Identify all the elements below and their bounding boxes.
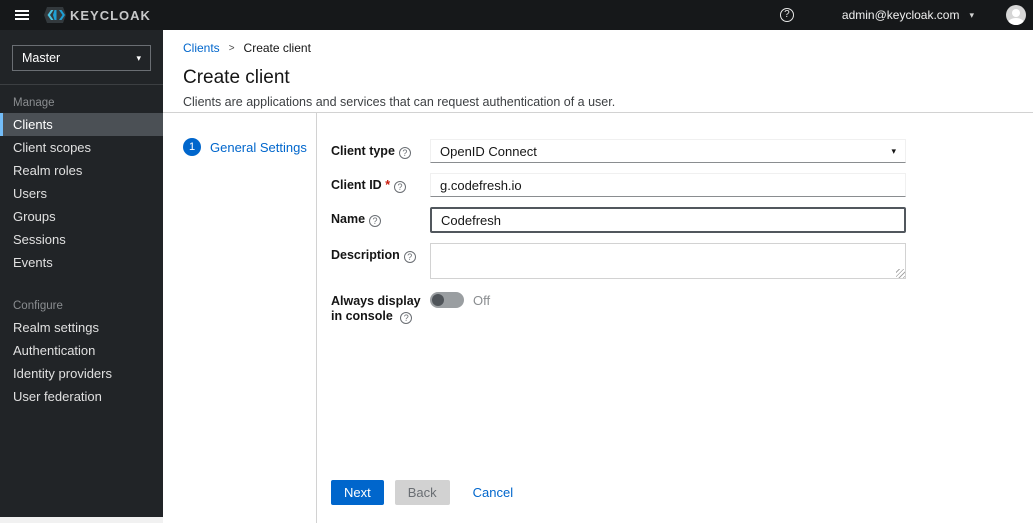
help-icon[interactable]: ? xyxy=(369,215,382,227)
user-menu[interactable]: admin@keycloak.com ▾ xyxy=(842,8,974,22)
hamburger-menu-icon[interactable] xyxy=(15,8,29,22)
sidebar-item-groups[interactable]: Groups xyxy=(0,205,163,228)
name-row: Name? xyxy=(331,207,1033,233)
cancel-button[interactable]: Cancel xyxy=(465,480,521,505)
breadcrumb: Clients > Create client xyxy=(183,41,1033,55)
avatar[interactable] xyxy=(1006,5,1026,25)
keycloak-logo-icon xyxy=(44,7,66,23)
always-display-toggle[interactable] xyxy=(430,292,464,308)
help-icon[interactable]: ? xyxy=(398,147,411,159)
toggle-knob xyxy=(432,294,444,306)
description-row: Description? xyxy=(331,243,1033,279)
sidebar-item-realm-roles[interactable]: Realm roles xyxy=(0,159,163,182)
step-label: General Settings xyxy=(210,139,307,155)
client-id-input[interactable] xyxy=(430,173,906,197)
wizard-nav: 1 General Settings xyxy=(163,113,317,523)
breadcrumb-separator-icon: > xyxy=(228,42,235,54)
page-title: Create client xyxy=(183,67,290,88)
general-settings-form: Client type? OpenID Connect ▾ Client ID … xyxy=(317,113,1033,523)
always-display-label: Always display in console ? xyxy=(331,294,421,324)
always-display-row: Always display in console ? Off xyxy=(331,289,1033,324)
back-button[interactable]: Back xyxy=(394,480,450,505)
breadcrumb-current: Create client xyxy=(243,41,311,55)
client-id-label: Client ID *? xyxy=(331,173,430,197)
wizard-action-bar: Next Back Cancel xyxy=(331,480,521,505)
client-type-label: Client type? xyxy=(331,139,430,163)
realm-selector-value: Master xyxy=(22,51,61,65)
next-button[interactable]: Next xyxy=(331,480,384,505)
help-icon[interactable]: ? xyxy=(403,251,416,263)
sidebar-bottom-strip xyxy=(0,517,163,523)
sidebar: Master ▾ Manage Clients Client scopes Re… xyxy=(0,30,163,517)
chevron-down-icon: ▾ xyxy=(891,145,896,156)
name-label: Name? xyxy=(331,207,430,233)
sidebar-item-events[interactable]: Events xyxy=(0,251,163,274)
page-subtitle: Clients are applications and services th… xyxy=(183,95,616,109)
sidebar-item-users[interactable]: Users xyxy=(0,182,163,205)
resize-handle[interactable] xyxy=(896,269,905,278)
help-icon[interactable]: ? xyxy=(400,312,413,324)
help-icon[interactable]: ? xyxy=(394,181,407,193)
sidebar-item-user-federation[interactable]: User federation xyxy=(0,385,163,408)
step-number-badge: 1 xyxy=(183,138,201,156)
chevron-down-icon: ▾ xyxy=(969,9,974,20)
breadcrumb-clients-link[interactable]: Clients xyxy=(183,41,220,55)
client-id-row: Client ID *? xyxy=(331,173,1033,197)
sidebar-item-identity-providers[interactable]: Identity providers xyxy=(0,362,163,385)
user-email: admin@keycloak.com xyxy=(841,8,960,22)
required-marker: * xyxy=(385,178,391,192)
realm-selector[interactable]: Master ▾ xyxy=(12,45,151,71)
keycloak-logo[interactable]: KEYCLOAK xyxy=(44,7,151,23)
sidebar-item-sessions[interactable]: Sessions xyxy=(0,228,163,251)
nav-section-configure: Configure xyxy=(13,300,63,312)
description-textarea[interactable] xyxy=(430,243,906,279)
nav-section-manage: Manage xyxy=(13,97,55,109)
name-input[interactable] xyxy=(430,207,906,233)
sidebar-item-client-scopes[interactable]: Client scopes xyxy=(0,136,163,159)
sidebar-item-realm-settings[interactable]: Realm settings xyxy=(0,316,163,339)
client-type-select[interactable]: OpenID Connect ▾ xyxy=(430,139,906,163)
create-client-wizard: 1 General Settings Client type? OpenID C… xyxy=(163,113,1033,523)
help-icon[interactable]: ? xyxy=(779,8,794,22)
client-type-row: Client type? OpenID Connect ▾ xyxy=(331,139,1033,163)
wizard-step-general-settings[interactable]: 1 General Settings xyxy=(183,138,316,156)
chevron-down-icon: ▾ xyxy=(136,52,141,63)
masthead: KEYCLOAK ? admin@keycloak.com ▾ xyxy=(0,0,1033,30)
sidebar-item-authentication[interactable]: Authentication xyxy=(0,339,163,362)
keycloak-logo-text: KEYCLOAK xyxy=(70,7,151,23)
main-content: Clients > Create client Create client Cl… xyxy=(163,30,1033,523)
page-header: Clients > Create client Create client Cl… xyxy=(163,30,1033,109)
description-label: Description? xyxy=(331,243,430,279)
toggle-state-label: Off xyxy=(473,292,491,308)
client-type-value: OpenID Connect xyxy=(440,143,537,159)
sidebar-item-clients[interactable]: Clients xyxy=(0,113,163,136)
